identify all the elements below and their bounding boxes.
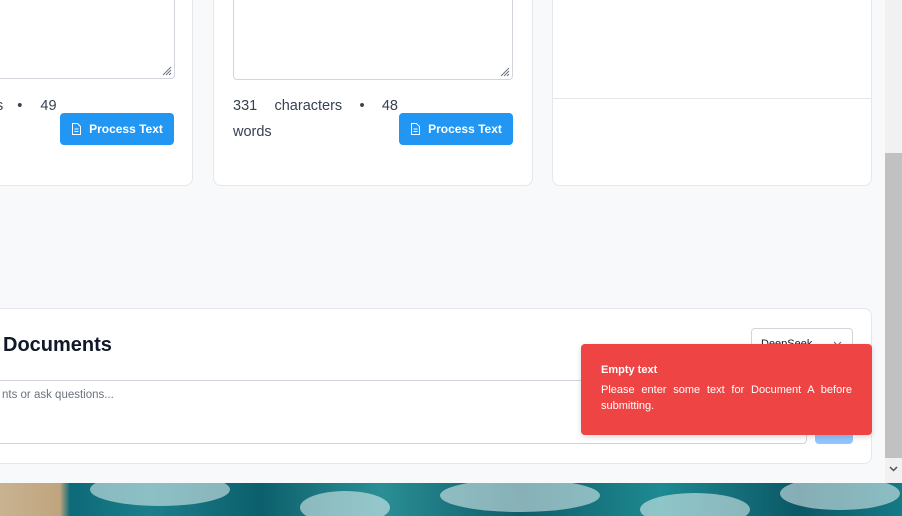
chevron-down-icon	[889, 465, 898, 472]
error-toast: Empty text Please enter some text for Do…	[581, 344, 872, 435]
document-stats-left: s • 49	[0, 98, 57, 114]
toast-message: Please enter some text for Document A be…	[601, 384, 852, 412]
resize-grip-icon[interactable]	[498, 65, 510, 77]
document-stats-middle: 331 characters • 48 words	[233, 98, 398, 140]
document-textarea-left[interactable]	[0, 0, 175, 79]
process-text-button-left[interactable]: Process Text	[60, 113, 174, 145]
result-output-area	[553, 0, 871, 99]
ocean-background-image	[0, 483, 902, 516]
compare-title: Documents	[3, 334, 112, 356]
process-text-button-middle[interactable]: Process Text	[399, 113, 513, 145]
scroll-down-button[interactable]	[885, 460, 902, 477]
question-input-placeholder: nts or ask questions...	[2, 389, 114, 401]
resize-grip-icon[interactable]	[160, 64, 172, 76]
document-icon	[72, 123, 82, 135]
document-textarea-middle[interactable]	[233, 0, 513, 80]
document-icon	[411, 123, 421, 135]
scrollbar-thumb[interactable]	[885, 153, 902, 458]
toast-title: Empty text	[601, 364, 658, 376]
result-card	[552, 0, 872, 186]
